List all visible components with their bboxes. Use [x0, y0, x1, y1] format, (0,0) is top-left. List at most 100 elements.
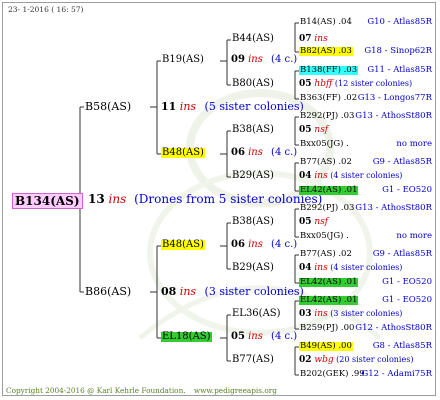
ancestor-generation: no more [396, 139, 432, 149]
ancestor-generation: G11 - Atlas85R [367, 65, 432, 75]
ins-note: (5 sister colonies) [201, 99, 304, 113]
root-ins-note: (Drones from 5 sister colonies) [134, 192, 323, 206]
queen-node[interactable]: EL18(AS) [161, 332, 212, 342]
queen-node[interactable]: B86(AS) [84, 286, 132, 297]
ins-label: ins [311, 263, 328, 273]
ins-label: ins [244, 147, 263, 158]
ins-note: (4 sister colonies) [327, 263, 403, 272]
ins-number: 02 [299, 355, 312, 365]
ins-number: 04 [299, 171, 312, 181]
ins-note: (12 sister colonies) [332, 79, 413, 88]
ancestor-ins-row: 07 ins [299, 35, 328, 44]
ins-number: 05 [299, 217, 312, 227]
ins-note: (3 sister colonies) [327, 309, 403, 318]
ancestor-ins-row: 05 nsf [299, 218, 328, 227]
ancestor-generation: G9 - Atlas85R [372, 249, 432, 259]
pedigree-canvas: 23- 1-2016 ( 16: 57) B134(AS) 13 ins (Dr… [0, 0, 440, 400]
ins-label: ins [176, 99, 197, 113]
ins-number: 05 [299, 79, 312, 89]
ancestor-queen[interactable]: B138(FF) .03 [299, 66, 359, 75]
ins-label: nsf [311, 217, 329, 227]
queen-node[interactable]: B44(AS) [231, 34, 275, 44]
queen-node[interactable]: EL36(AS) [231, 309, 282, 319]
queen-node[interactable]: B19(AS) [161, 55, 205, 65]
ins-label: hbff [311, 79, 333, 89]
ins-label: nsf [311, 125, 329, 135]
root-ins-label: ins [108, 192, 127, 206]
root-ins-row: 13 ins (Drones from 5 sister colonies) [88, 193, 322, 205]
ancestor-ins-row: 02 wbg (20 sister colonies) [299, 356, 413, 365]
ins-label: wbg [311, 355, 334, 365]
ancestor-ins-row: 05 hbff (12 sister colonies) [299, 80, 412, 89]
ancestor-queen[interactable]: EL42(AS) .01 [299, 296, 359, 305]
ins-number: 11 [161, 99, 177, 113]
ancestor-queen[interactable]: EL42(AS) .01 [299, 186, 359, 195]
ins-row: 06 ins (4 c.) [231, 240, 297, 250]
ancestor-generation: G13 - Longos77R [357, 93, 432, 103]
ancestor-generation: G1 - EO520 [382, 277, 432, 287]
queen-node[interactable]: B29(AS) [231, 263, 275, 273]
ancestor-generation: no more [396, 231, 432, 241]
ins-number: 08 [161, 284, 177, 298]
ancestor-queen[interactable]: B14(AS) .04 [299, 18, 353, 27]
ancestor-generation: G13 - AthosSt80R [355, 203, 432, 213]
queen-node[interactable]: B48(AS) [161, 148, 205, 158]
ins-note: (4 c.) [267, 54, 298, 65]
ancestor-generation: G1 - EO520 [382, 295, 432, 305]
ins-label: ins [311, 171, 328, 181]
ancestor-queen[interactable]: EL42(AS) .01 [299, 278, 359, 287]
ins-number: 03 [299, 309, 312, 319]
ancestor-generation: G10 - Atlas85R [367, 17, 432, 27]
ins-row: 06 ins (4 c.) [231, 148, 297, 158]
queen-node[interactable]: B58(AS) [84, 101, 132, 112]
queen-node[interactable]: B48(AS) [161, 240, 205, 250]
ancestor-queen[interactable]: B259(PJ) .00 [299, 324, 355, 333]
ancestor-generation: G18 - Sinop62R [364, 46, 432, 56]
ins-note: (4 c.) [267, 239, 298, 250]
ins-number: 06 [231, 147, 245, 158]
ancestor-queen[interactable]: B77(AS) .02 [299, 158, 353, 167]
ins-note: (4 c.) [267, 147, 298, 158]
ancestor-generation: G12 - Adami75R [361, 369, 432, 379]
ins-label: ins [244, 54, 263, 65]
ins-label: ins [176, 284, 197, 298]
ancestor-queen[interactable]: B363(FF) .02 [299, 94, 358, 103]
ins-note: (3 sister colonies) [201, 284, 304, 298]
queen-node[interactable]: B80(AS) [231, 79, 275, 89]
ancestor-generation: G13 - AthosSt80R [355, 111, 432, 121]
queen-root-name[interactable]: B134(AS) [12, 193, 83, 209]
ins-number: 07 [299, 34, 312, 44]
ins-number: 05 [231, 331, 245, 342]
queen-node[interactable]: B77(AS) [231, 355, 275, 365]
ancestor-ins-row: 04 ins (4 sister colonies) [299, 264, 402, 273]
ins-note: (4 c.) [267, 331, 298, 342]
ancestor-queen[interactable]: B49(AS) .00 [299, 342, 353, 351]
ins-label: ins [311, 34, 328, 44]
ins-number: 05 [299, 125, 312, 135]
ins-row: 09 ins (4 c.) [231, 55, 297, 65]
ins-number: 04 [299, 263, 312, 273]
footer-site-link[interactable]: www.pedigreeapis.org [194, 386, 277, 395]
ancestor-generation: G1 - EO520 [382, 185, 432, 195]
ancestor-queen[interactable]: Bxx05(JG) . [299, 232, 350, 241]
ins-note: (4 sister colonies) [327, 171, 403, 180]
ancestor-ins-row: 03 ins (3 sister colonies) [299, 310, 402, 319]
ins-row: 08 ins (3 sister colonies) [161, 286, 304, 297]
ins-row: 05 ins (4 c.) [231, 332, 297, 342]
ins-label: ins [244, 239, 263, 250]
ancestor-queen[interactable]: B77(AS) .02 [299, 250, 353, 259]
ins-number: 09 [231, 54, 245, 65]
ancestor-queen[interactable]: B292(PJ) .03 [299, 112, 355, 121]
ancestor-generation: G8 - Atlas85R [372, 341, 432, 351]
ins-row: 11 ins (5 sister colonies) [161, 101, 304, 112]
timestamp: 23- 1-2016 ( 16: 57) [8, 5, 84, 14]
queen-node[interactable]: B38(AS) [231, 125, 275, 135]
ancestor-generation: G9 - Atlas85R [372, 157, 432, 167]
ancestor-queen[interactable]: B292(PJ) .03 [299, 204, 355, 213]
ins-note: (20 sister colonies) [333, 355, 414, 364]
queen-node[interactable]: B29(AS) [231, 171, 275, 181]
ancestor-queen[interactable]: B202(GEK) .99 [299, 370, 366, 379]
ancestor-queen[interactable]: Bxx05(JG) . [299, 140, 350, 149]
queen-node[interactable]: B38(AS) [231, 217, 275, 227]
ancestor-queen[interactable]: B82(AS) .03 [299, 47, 353, 56]
